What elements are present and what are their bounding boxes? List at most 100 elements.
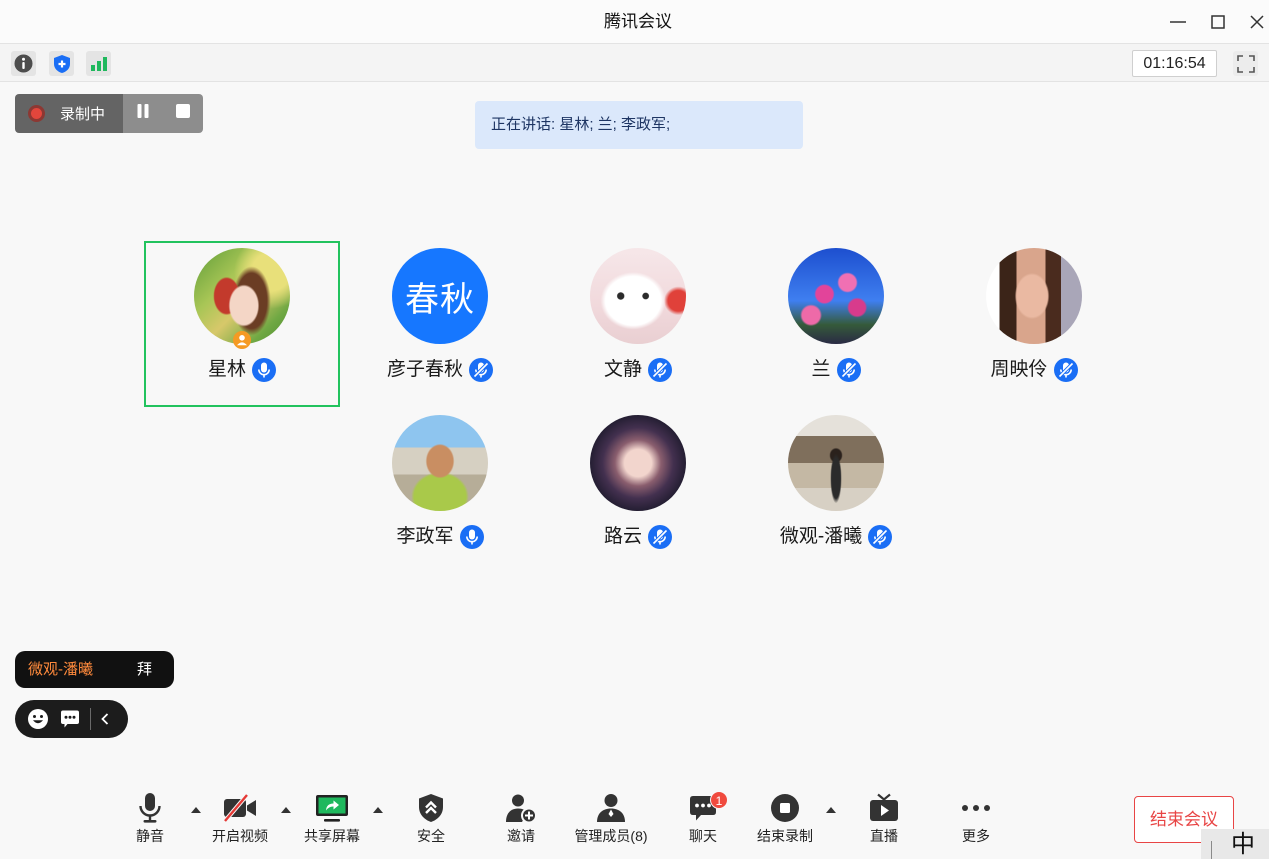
toolbar-label: 结束录制 bbox=[757, 828, 813, 844]
invite-user-icon bbox=[471, 791, 571, 825]
participant-name: 文静 bbox=[603, 359, 642, 380]
security-icon bbox=[381, 791, 481, 825]
pause-icon bbox=[135, 103, 151, 124]
chat-quickbar bbox=[15, 700, 128, 738]
mic-muted-icon bbox=[648, 358, 672, 382]
recording-control: 录制中 bbox=[15, 94, 203, 133]
participant-tile[interactable]: 兰 bbox=[738, 241, 934, 407]
security-shield-icon[interactable] bbox=[49, 51, 74, 76]
manage-members-button[interactable]: 管理成员(8) bbox=[561, 791, 661, 849]
participant-avatar bbox=[590, 415, 686, 511]
mic-on-icon bbox=[459, 525, 484, 549]
close-icon[interactable] bbox=[1248, 13, 1266, 31]
toolbar-label: 静音 bbox=[136, 828, 164, 844]
toolbar-label: 邀请 bbox=[507, 828, 535, 844]
host-icon bbox=[233, 331, 251, 349]
participant-avatar bbox=[986, 248, 1082, 344]
ime-indicator[interactable]: 中 bbox=[1201, 829, 1269, 859]
participant-avatar: 春秋 bbox=[392, 248, 488, 344]
stop-recording-icon bbox=[735, 791, 835, 825]
participant-name: 星林 bbox=[207, 359, 246, 380]
toolbar-label: 管理成员(8) bbox=[574, 828, 648, 844]
mic-muted-icon bbox=[469, 358, 493, 382]
ime-separator bbox=[1211, 841, 1212, 859]
participant-tile[interactable]: 李政军 bbox=[342, 408, 538, 574]
participant-name: 路云 bbox=[603, 526, 642, 547]
participant-name-row: 微观-潘曦 bbox=[738, 524, 934, 550]
quickbar-divider bbox=[90, 708, 91, 730]
info-icon[interactable] bbox=[11, 51, 36, 76]
end-recording-button[interactable]: 结束录制 bbox=[735, 791, 835, 849]
participant-name-row: 彦子春秋 bbox=[342, 357, 538, 383]
chevron-left-icon[interactable] bbox=[100, 708, 110, 730]
share-screen-button[interactable]: 共享屏幕 bbox=[282, 791, 382, 849]
toolbar-label: 安全 bbox=[417, 828, 445, 844]
live-stream-icon bbox=[834, 791, 934, 825]
fullscreen-icon[interactable] bbox=[1233, 51, 1258, 76]
mic-muted-icon bbox=[648, 525, 672, 549]
participant-tile[interactable]: 星林 bbox=[144, 241, 340, 407]
participant-avatar bbox=[788, 248, 884, 344]
stop-icon bbox=[175, 103, 191, 124]
maximize-icon[interactable] bbox=[1209, 13, 1227, 31]
toolbar-label: 更多 bbox=[962, 828, 990, 844]
emoji-icon[interactable] bbox=[27, 708, 49, 730]
minimize-icon[interactable] bbox=[1169, 13, 1187, 31]
unread-badge: 1 bbox=[710, 791, 728, 809]
participant-tile[interactable]: 路云 bbox=[540, 408, 736, 574]
more-button[interactable]: 更多 bbox=[926, 791, 1026, 849]
participant-tile[interactable]: 春秋 彦子春秋 bbox=[342, 241, 538, 407]
participant-name-row: 李政军 bbox=[342, 524, 538, 550]
more-icon bbox=[926, 791, 1026, 825]
start-video-button[interactable]: 开启视频 bbox=[190, 791, 290, 849]
participant-name-row: 周映伶 bbox=[936, 357, 1132, 383]
recording-status: 录制中 bbox=[15, 94, 123, 133]
participant-name-row: 兰 bbox=[738, 357, 934, 383]
chat-message: 拜 bbox=[137, 661, 153, 678]
invite-button[interactable]: 邀请 bbox=[471, 791, 571, 849]
window-title: 腾讯会议 bbox=[604, 12, 672, 31]
recording-dot-icon bbox=[28, 105, 45, 122]
video-off-icon bbox=[190, 791, 290, 825]
stop-recording-button[interactable] bbox=[163, 94, 203, 133]
mute-button[interactable]: 静音 bbox=[100, 791, 200, 849]
participant-name: 微观-潘曦 bbox=[779, 526, 863, 547]
mic-muted-icon bbox=[868, 525, 893, 549]
share-screen-icon bbox=[282, 791, 382, 825]
mic-muted-icon bbox=[1053, 358, 1078, 382]
meeting-timer: 01:16:54 bbox=[1132, 50, 1217, 77]
participant-name-row: 星林 bbox=[144, 357, 340, 383]
network-signal-icon[interactable] bbox=[86, 51, 111, 76]
live-stream-button[interactable]: 直播 bbox=[834, 791, 934, 849]
toolbar-label: 开启视频 bbox=[212, 828, 268, 844]
recording-label: 录制中 bbox=[60, 106, 106, 123]
participant-name: 兰 bbox=[811, 359, 831, 380]
participant-name-row: 路云 bbox=[540, 524, 736, 550]
mic-muted-icon bbox=[836, 358, 861, 382]
chat-message-popup[interactable]: 微观-潘曦 拜 bbox=[15, 651, 174, 688]
participant-tile[interactable]: 文静 bbox=[540, 241, 736, 407]
chat-input-icon[interactable] bbox=[59, 708, 81, 730]
avatar-initials: 春秋 bbox=[405, 280, 475, 319]
participant-name: 李政军 bbox=[396, 526, 454, 547]
participant-name: 周映伶 bbox=[990, 359, 1048, 380]
chat-sender: 微观-潘曦 bbox=[28, 661, 93, 678]
participant-avatar bbox=[590, 248, 686, 344]
participant-avatar bbox=[392, 415, 488, 511]
title-bar: 腾讯会议 bbox=[0, 0, 1269, 44]
members-icon bbox=[561, 791, 661, 825]
participant-avatar bbox=[194, 248, 290, 344]
participant-name-row: 文静 bbox=[540, 357, 736, 383]
toolbar-label: 共享屏幕 bbox=[304, 828, 360, 844]
participant-name: 彦子春秋 bbox=[386, 359, 463, 380]
participant-tile[interactable]: 微观-潘曦 bbox=[738, 408, 934, 574]
toolbar-label: 直播 bbox=[870, 828, 898, 844]
ime-label: 中 bbox=[1231, 831, 1255, 858]
speaking-banner: 正在讲话: 星林; 兰; 李政军; bbox=[475, 101, 803, 149]
meeting-status-bar: 01:16:54 bbox=[0, 44, 1269, 82]
mic-icon bbox=[100, 791, 200, 825]
participant-avatar bbox=[788, 415, 884, 511]
participant-tile[interactable]: 周映伶 bbox=[936, 241, 1132, 407]
pause-recording-button[interactable] bbox=[123, 94, 163, 133]
security-button[interactable]: 安全 bbox=[381, 791, 481, 849]
